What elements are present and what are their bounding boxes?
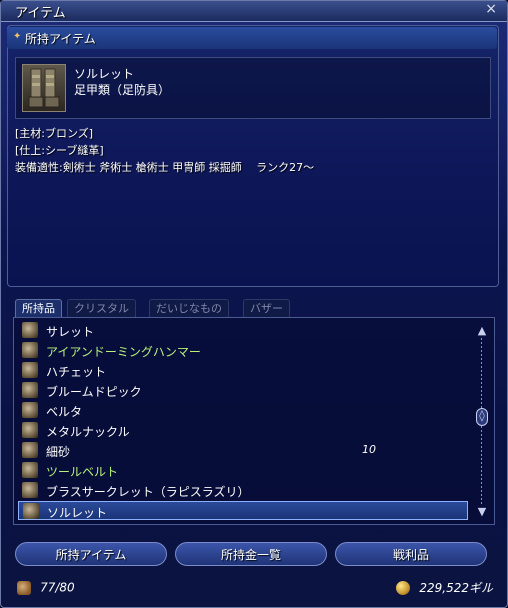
bag-icon xyxy=(17,580,31,595)
gil-list-button[interactable]: 所持金一覧 xyxy=(175,542,327,566)
item-name: ソルレット xyxy=(74,67,135,81)
items-button[interactable]: 所持アイテム xyxy=(15,542,167,566)
gil-display: 229,522ギル xyxy=(396,577,493,595)
list-item-label: ベルタ xyxy=(46,405,83,419)
hatchet-icon xyxy=(22,362,38,378)
sollerets-icon xyxy=(22,64,66,112)
item-material: [主材:ブロンズ] xyxy=(15,127,94,140)
list-item-label: ブルームドピック xyxy=(46,385,142,399)
item-type: 足甲類（足防具） xyxy=(74,83,171,97)
capacity-value: 77/80 xyxy=(40,580,75,595)
item-quantity: 10 xyxy=(362,443,376,456)
hammer-icon xyxy=(22,342,38,358)
scrollbar[interactable]: ▲ ◊ ▼ xyxy=(476,324,488,518)
knuckle-icon xyxy=(22,422,38,438)
capacity-display: 77/80 xyxy=(17,577,75,595)
list-item[interactable]: アイアンドーミングハンマー xyxy=(18,341,468,360)
item-finish: [仕上:シーブ縫革] xyxy=(15,144,104,157)
list-item-label: 細砂 xyxy=(46,445,71,459)
sollerets-icon xyxy=(23,503,39,519)
scroll-thumb[interactable]: ◊ xyxy=(476,408,488,426)
window-title: アイテム xyxy=(15,6,66,21)
gil-coin-icon xyxy=(396,580,411,595)
list-item-label: ハチェット xyxy=(46,365,107,379)
diamond-icon: ✦ xyxy=(13,31,22,42)
window-titlebar[interactable]: アイテム × xyxy=(1,1,507,22)
list-item-label: ソルレット xyxy=(47,506,108,520)
list-item[interactable]: ベルタ xyxy=(18,401,468,420)
list-item[interactable]: メタルナックル xyxy=(18,421,468,440)
list-item-label: ブラスサークレット（ラピスラズリ） xyxy=(46,485,250,499)
tab-crystals[interactable]: クリスタル xyxy=(67,299,136,317)
item-card: ソルレット 足甲類（足防具） xyxy=(15,57,491,119)
list-item[interactable]: サレット xyxy=(18,321,468,340)
tab-inventory[interactable]: 所持品 xyxy=(15,299,62,317)
list-item[interactable]: ブルームドピック xyxy=(18,381,468,400)
item-equip-classes: 装備適性:剣術士 斧術士 槍術士 甲冑師 採掘師 ランク27～ xyxy=(15,161,315,174)
scroll-up-icon[interactable]: ▲ xyxy=(476,324,488,337)
inventory-list: サレット アイアンドーミングハンマー ハチェット ブルームドピック ベルタ メタ… xyxy=(13,317,495,525)
sand-icon xyxy=(22,442,38,458)
pickaxe-icon xyxy=(22,382,38,398)
scroll-down-icon[interactable]: ▼ xyxy=(476,505,488,518)
section-header: ✦ 所持アイテム xyxy=(7,27,497,49)
bell-icon xyxy=(22,402,38,418)
list-item-label: サレット xyxy=(46,325,95,339)
list-item-label: ツールベルト xyxy=(46,465,119,479)
close-icon[interactable]: × xyxy=(485,1,497,17)
list-item[interactable]: ハチェット xyxy=(18,361,468,380)
list-item[interactable]: 細砂 10 xyxy=(18,441,468,460)
tab-key-items[interactable]: だいじなもの xyxy=(149,299,229,317)
list-item-selected[interactable]: ソルレット xyxy=(18,501,468,520)
section-header-label: 所持アイテム xyxy=(25,32,96,46)
list-item[interactable]: ツールベルト xyxy=(18,461,468,480)
list-item-label: アイアンドーミングハンマー xyxy=(46,345,201,359)
loot-button[interactable]: 戦利品 xyxy=(335,542,487,566)
list-item[interactable]: ブラスサークレット（ラピスラズリ） xyxy=(18,481,468,500)
item-window: アイテム × ✦ 所持アイテム ソルレット 足甲類（足防具） [主材:ブロンズ]… xyxy=(0,0,508,608)
tab-bazaar[interactable]: バザー xyxy=(243,299,290,317)
circlet-icon xyxy=(22,482,38,498)
belt-icon xyxy=(22,462,38,478)
list-item-label: メタルナックル xyxy=(46,425,130,439)
gil-value: 229,522ギル xyxy=(419,581,493,595)
helmet-icon xyxy=(22,322,38,338)
